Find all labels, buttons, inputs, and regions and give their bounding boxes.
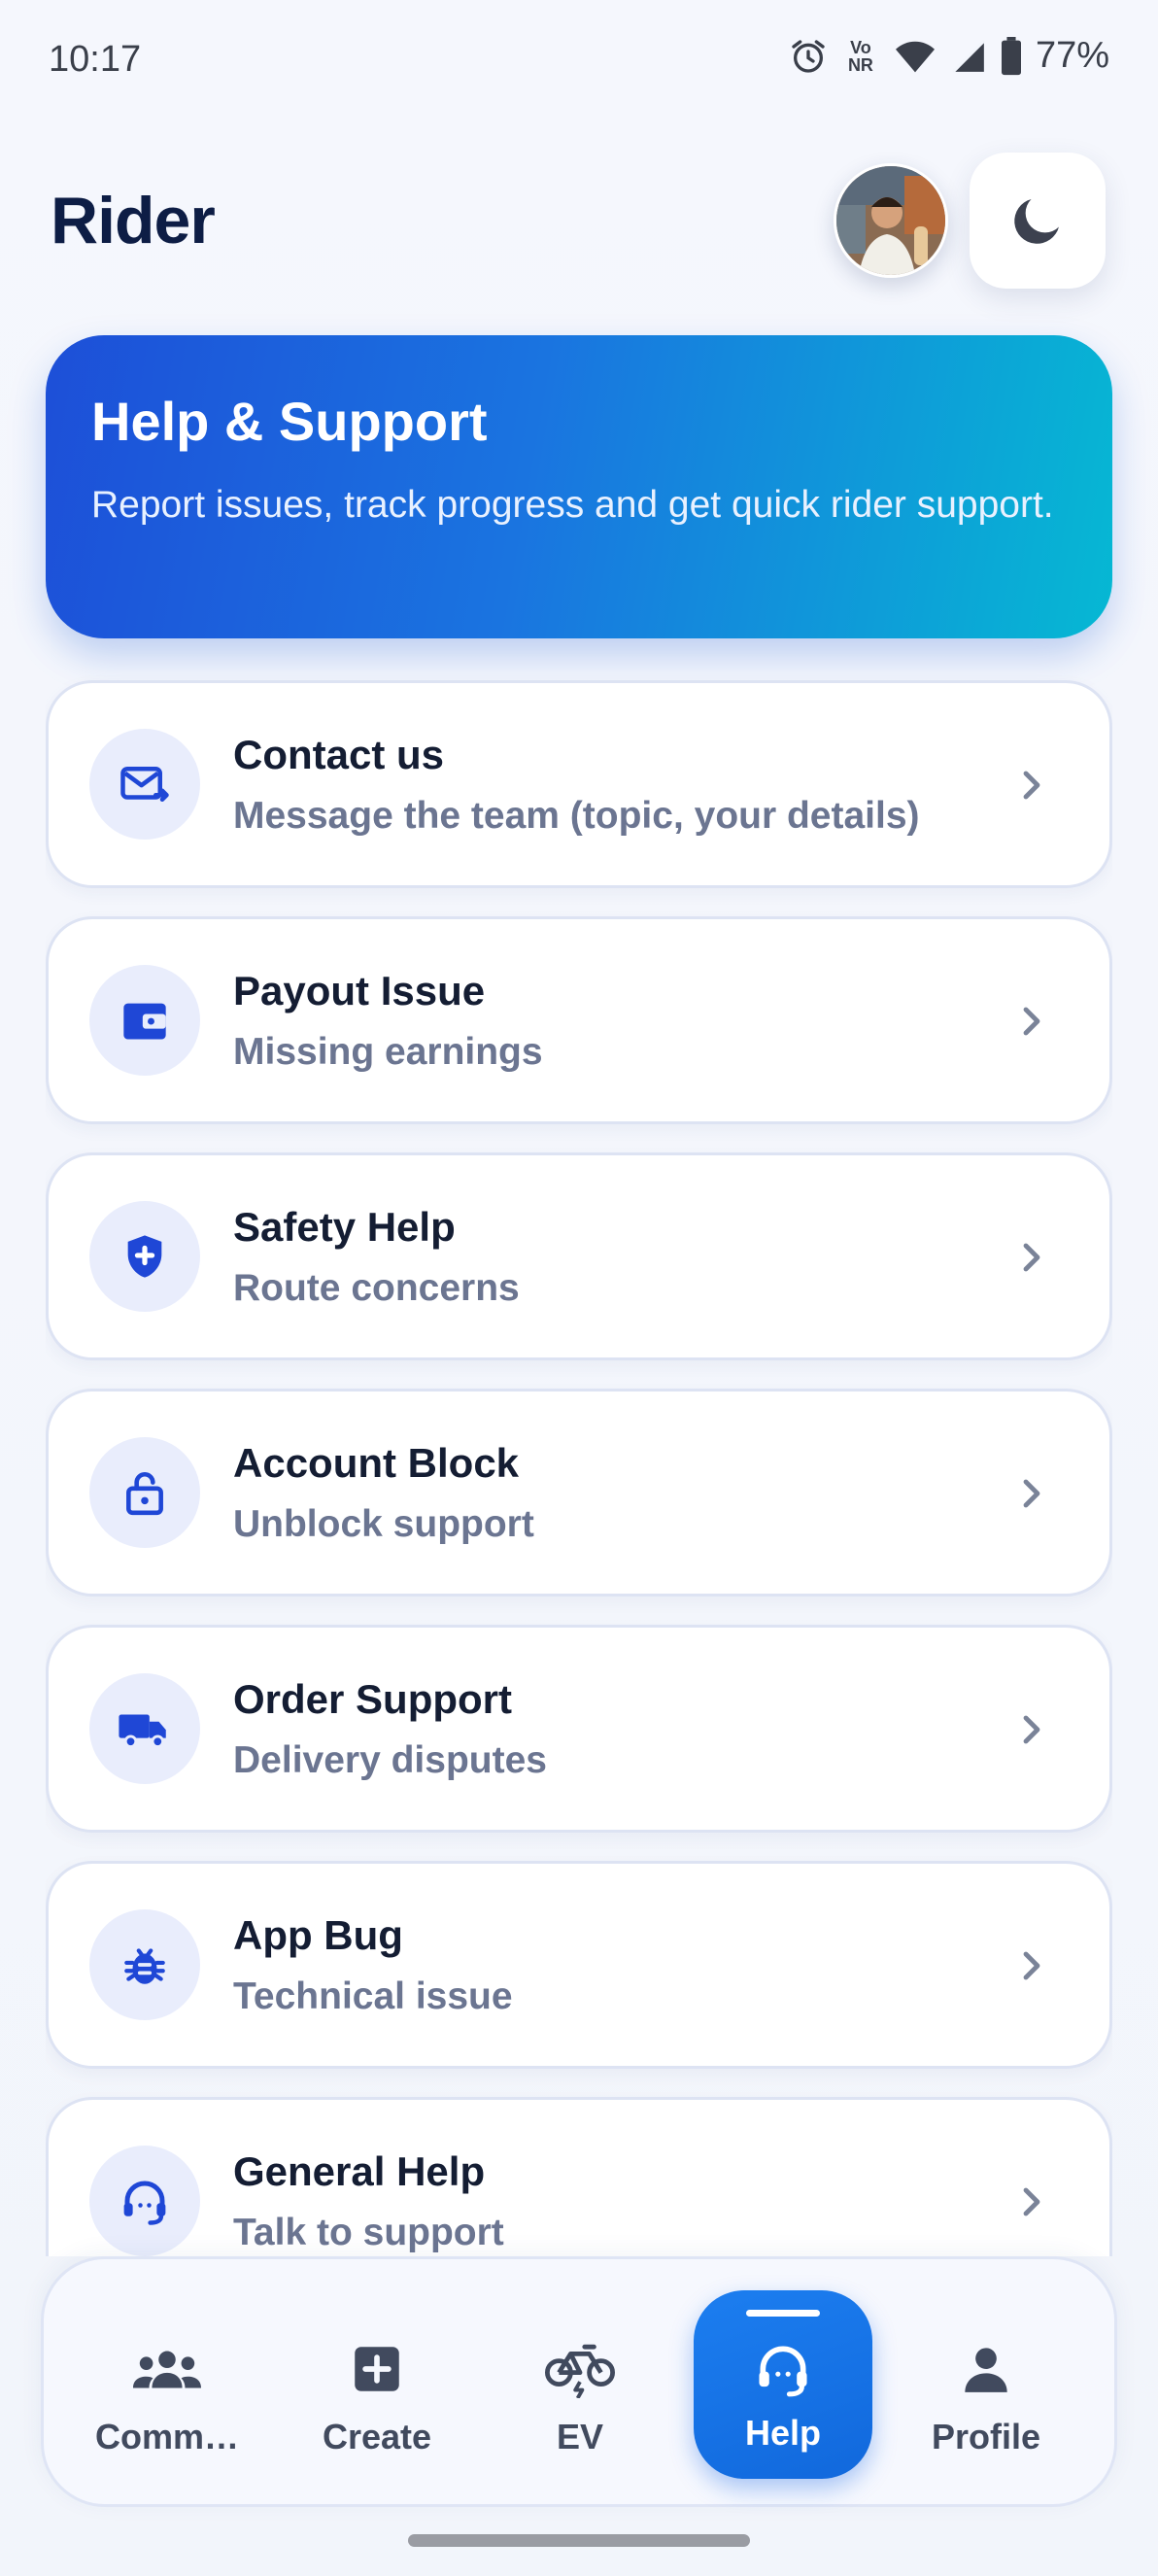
chevron-right-icon xyxy=(1012,766,1051,805)
list-item-account-block[interactable]: Account Block Unblock support xyxy=(46,1389,1112,1597)
lock-icon xyxy=(126,1472,163,1516)
nav-label: EV xyxy=(556,2417,604,2456)
list-item-title: General Help xyxy=(233,2148,486,2194)
bug-icon xyxy=(124,1948,165,1984)
home-indicator[interactable] xyxy=(408,2534,750,2547)
nav-item-create[interactable]: Create xyxy=(280,2259,474,2510)
nav-item-profile[interactable]: Profile xyxy=(889,2259,1083,2510)
list-item-subtitle: Message the team (topic, your details) xyxy=(233,795,920,837)
list-item-title: Account Block xyxy=(233,1440,520,1486)
ebike-icon xyxy=(545,2335,615,2403)
chevron-right-icon xyxy=(1012,1946,1051,1985)
list-item-order-support[interactable]: Order Support Delivery disputes xyxy=(46,1625,1112,1833)
nav-label: Create xyxy=(322,2417,432,2456)
shield-icon-wrap xyxy=(89,1201,200,1312)
wallet-icon xyxy=(123,1003,166,1040)
list-item-app-bug[interactable]: App Bug Technical issue xyxy=(46,1861,1112,2069)
chevron-right-icon xyxy=(1012,1474,1051,1513)
chevron-right-icon xyxy=(1012,1710,1051,1749)
screen: 10:17 Vo NR 77% Rider Help & Support Rep… xyxy=(0,0,1158,2576)
list-item-subtitle: Unblock support xyxy=(233,1503,534,1545)
list-item-subtitle: Delivery disputes xyxy=(233,1739,547,1781)
list-item-subtitle: Talk to support xyxy=(233,2212,504,2253)
mail-icon-wrap xyxy=(89,729,200,840)
chevron-right-icon xyxy=(1012,1002,1051,1041)
list-item-safety-help[interactable]: Safety Help Route concerns xyxy=(46,1152,1112,1360)
mail-icon xyxy=(120,767,169,802)
list-item-payout-issue[interactable]: Payout Issue Missing earnings xyxy=(46,916,1112,1124)
nav-item-help[interactable]: Help xyxy=(694,2290,872,2479)
nav-item-ev[interactable]: EV xyxy=(483,2259,677,2510)
community-icon xyxy=(133,2335,201,2403)
nav-item-community[interactable]: Comm… xyxy=(70,2259,264,2510)
list-item-subtitle: Route concerns xyxy=(233,1267,520,1309)
list-item-title: Order Support xyxy=(233,1676,513,1722)
list-item-title: App Bug xyxy=(233,1912,403,1958)
headset-icon xyxy=(123,2181,166,2225)
headset-icon-wrap xyxy=(89,2146,200,2256)
active-indicator xyxy=(746,2310,820,2317)
shield-icon xyxy=(127,1235,162,1278)
bug-icon-wrap xyxy=(89,1909,200,2020)
list-item-subtitle: Technical issue xyxy=(233,1975,513,2017)
nav-label: Profile xyxy=(931,2417,1041,2456)
truck-icon xyxy=(119,1714,166,1749)
person-icon xyxy=(961,2335,1011,2403)
chevron-right-icon xyxy=(1012,1238,1051,1277)
headset-icon xyxy=(753,2335,813,2403)
list-item-general-help[interactable]: General Help Talk to support xyxy=(46,2097,1112,2256)
lock-icon-wrap xyxy=(89,1437,200,1548)
bottom-nav: Comm… Create EV Help Profile xyxy=(41,2256,1117,2507)
list-item-title: Contact us xyxy=(233,732,445,777)
list-item-title: Safety Help xyxy=(233,1204,456,1250)
help-topics-list: Contact us Message the team (topic, your… xyxy=(46,0,1112,2256)
list-item-subtitle: Missing earnings xyxy=(233,1031,543,1073)
list-item-contact-us[interactable]: Contact us Message the team (topic, your… xyxy=(46,680,1112,888)
nav-label: Comm… xyxy=(94,2417,239,2456)
wallet-icon-wrap xyxy=(89,965,200,1076)
nav-label: Help xyxy=(744,2413,821,2453)
truck-icon-wrap xyxy=(89,1673,200,1784)
chevron-right-icon xyxy=(1012,2182,1051,2221)
list-item-title: Payout Issue xyxy=(233,968,486,1013)
add-box-icon xyxy=(352,2335,402,2403)
